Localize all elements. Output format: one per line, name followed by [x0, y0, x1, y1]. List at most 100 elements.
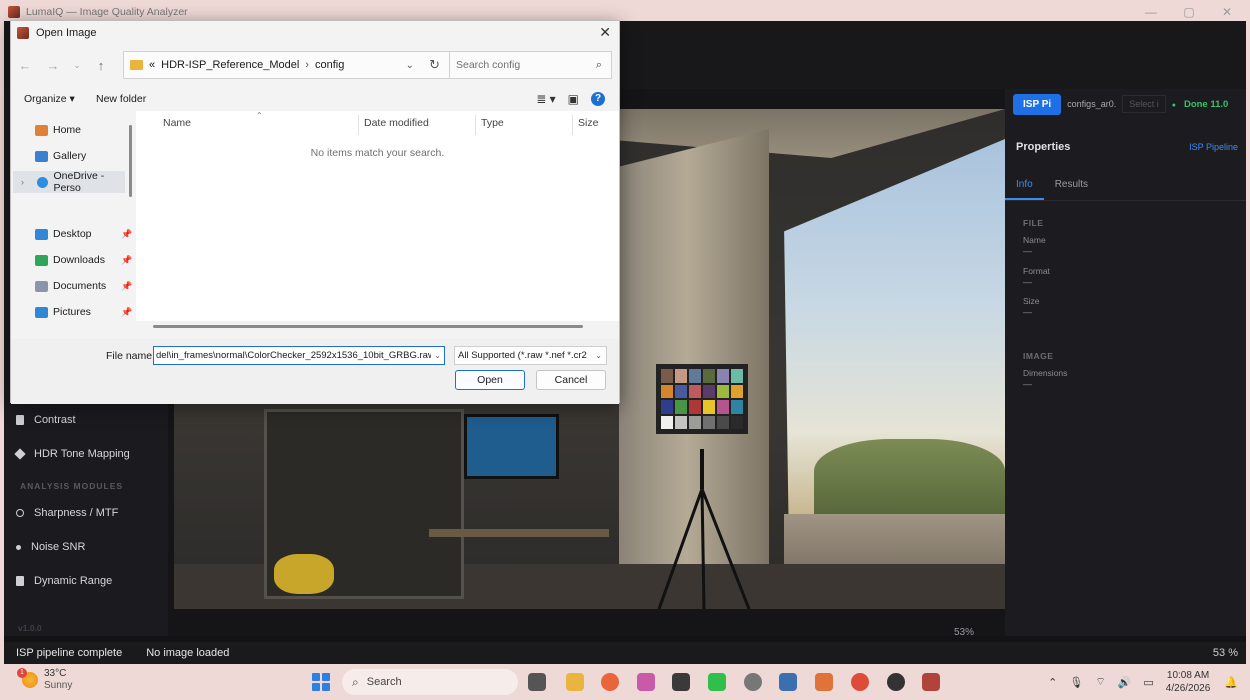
file-explorer-icon[interactable]: [566, 673, 584, 691]
back-icon[interactable]: ←: [11, 58, 39, 73]
dialog-titlebar: Open Image: [11, 21, 619, 45]
column-size[interactable]: Size: [578, 117, 598, 129]
image-status-text: No image loaded: [146, 647, 230, 659]
forward-icon[interactable]: →: [39, 58, 67, 73]
config-select[interactable]: Select i: [1122, 95, 1166, 113]
status-bar: ISP pipeline complete No image loaded 53…: [4, 642, 1246, 664]
analysis-section-title: ANALYSIS MODULES: [20, 481, 124, 491]
panel-title: Properties: [1016, 141, 1071, 153]
nav-item-label: OneDrive - Perso: [53, 170, 105, 194]
notification-bell-icon[interactable]: 🔔: [1224, 676, 1238, 689]
nav-item-label: Desktop: [53, 228, 92, 240]
open-button[interactable]: Open: [455, 370, 525, 390]
start-icon[interactable]: [312, 673, 330, 691]
nav-item-home[interactable]: Home: [35, 119, 81, 141]
clock-date: 4/26/2026: [1165, 683, 1211, 694]
microphone-icon[interactable]: 🎙: [1069, 676, 1083, 689]
wifi-icon[interactable]: ⌔: [1095, 675, 1105, 689]
maximize-button[interactable]: ▢: [1170, 5, 1208, 19]
clock-app-icon[interactable]: [744, 673, 762, 691]
preview-pane-icon[interactable]: ▣: [568, 92, 579, 106]
bar-icon: [16, 576, 24, 586]
module-label: Sharpness / MTF: [34, 507, 119, 519]
clock[interactable]: 10:08 AM 4/26/2026: [1166, 669, 1211, 695]
file-type-filter[interactable]: All Supported (*.raw *.nef *.cr2 ⌄: [454, 346, 607, 365]
notes-icon[interactable]: [672, 673, 690, 691]
module-dynamic-range[interactable]: Dynamic Range: [16, 575, 112, 587]
breadcrumb-current[interactable]: config: [315, 59, 344, 71]
minimize-button[interactable]: —: [1132, 5, 1170, 19]
file-list[interactable]: Name ⌃ Date modified Type Size No items …: [136, 111, 619, 321]
calculator-icon[interactable]: [779, 673, 797, 691]
taskbar-search[interactable]: ⌕ Search: [342, 669, 518, 695]
nav-item-downloads[interactable]: Downloads 📌: [35, 249, 132, 271]
close-button[interactable]: ✕: [1208, 5, 1246, 19]
file-name-input[interactable]: del\in_frames\normal\ColorChecker_2592x1…: [153, 346, 445, 365]
firefox-icon[interactable]: [601, 673, 619, 691]
lumaiq-app-icon[interactable]: [922, 673, 940, 691]
slack-icon[interactable]: [637, 673, 655, 691]
nav-scrollbar[interactable]: [129, 125, 132, 197]
module-label: Contrast: [34, 414, 76, 426]
battery-icon[interactable]: ▭: [1143, 676, 1153, 689]
new-folder-button[interactable]: New folder: [96, 93, 146, 105]
up-icon[interactable]: ↑: [87, 58, 115, 73]
wechat-icon[interactable]: [708, 673, 726, 691]
breadcrumb-parent[interactable]: HDR-ISP_Reference_Model: [161, 59, 299, 71]
tab-info[interactable]: Info: [1005, 173, 1044, 200]
nav-item-gallery[interactable]: Gallery: [35, 145, 86, 167]
file-section-title: FILE: [1023, 218, 1044, 228]
dialog-title: Open Image: [36, 27, 97, 39]
nav-item-onedrive[interactable]: › OneDrive - Perso: [13, 170, 125, 194]
pin-icon[interactable]: 📌: [121, 255, 132, 266]
app-logo-icon: [17, 27, 29, 39]
isp-pipeline-link[interactable]: ISP Pipeline: [1189, 142, 1238, 152]
nav-item-desktop[interactable]: Desktop 📌: [35, 223, 132, 245]
sort-arrow-icon: ⌃: [256, 111, 263, 120]
task-view-icon[interactable]: [528, 673, 546, 691]
volume-icon[interactable]: 🔊: [1118, 676, 1132, 689]
search-icon: ⌕: [595, 58, 602, 71]
address-bar[interactable]: « HDR-ISP_Reference_Model › config ⌄ ↻: [123, 51, 451, 79]
chevron-down-icon[interactable]: ⌄: [592, 351, 602, 360]
color-checker-chart: [656, 364, 748, 434]
nav-item-label: Documents: [53, 280, 107, 292]
column-date-modified[interactable]: Date modified: [364, 117, 429, 129]
horizontal-scrollbar[interactable]: [153, 325, 583, 328]
nav-item-documents[interactable]: Documents 📌: [35, 275, 132, 297]
column-type[interactable]: Type: [481, 117, 504, 129]
help-icon[interactable]: ?: [591, 92, 605, 106]
nav-item-pictures[interactable]: Pictures 📌: [35, 301, 132, 323]
claude-icon[interactable]: [815, 673, 833, 691]
document-icon: [35, 280, 48, 292]
module-contrast[interactable]: Contrast: [16, 414, 76, 426]
isp-pipeline-button[interactable]: ISP Pi: [1013, 93, 1062, 115]
module-sharpness[interactable]: Sharpness / MTF: [16, 507, 118, 519]
view-options-icon[interactable]: ≣ ▾: [536, 92, 555, 106]
cancel-button[interactable]: Cancel: [536, 370, 606, 390]
search-input[interactable]: Search config ⌕: [449, 51, 612, 79]
obs-icon[interactable]: [887, 673, 905, 691]
folder-icon: [130, 60, 143, 70]
chevron-down-icon[interactable]: ⌄: [406, 60, 414, 71]
organize-menu[interactable]: Organize ▾: [24, 93, 75, 105]
module-hdr-tone-mapping[interactable]: HDR Tone Mapping: [14, 448, 130, 460]
app-logo-icon: [8, 5, 20, 18]
dialog-close-button[interactable]: ✕: [599, 24, 611, 41]
pin-icon[interactable]: 📌: [121, 229, 132, 240]
weather-widget[interactable]: 1 33°C Sunny: [17, 668, 72, 692]
recent-locations-icon[interactable]: ⌄: [67, 60, 87, 71]
module-noise-snr[interactable]: Noise SNR: [16, 541, 85, 553]
expand-chevron-icon[interactable]: ›: [21, 177, 24, 187]
pin-icon[interactable]: 📌: [121, 281, 132, 292]
refresh-icon[interactable]: ↻: [429, 57, 440, 73]
chrome-icon[interactable]: [851, 673, 869, 691]
pin-icon[interactable]: 📌: [121, 307, 132, 318]
breadcrumb-overflow[interactable]: «: [149, 59, 155, 71]
nav-item-label: Gallery: [53, 150, 87, 162]
chevron-down-icon[interactable]: ⌄: [431, 351, 441, 360]
chevron-up-icon[interactable]: ⌃: [1048, 676, 1057, 689]
tab-results[interactable]: Results: [1044, 173, 1099, 200]
search-placeholder: Search config: [456, 59, 521, 71]
column-name[interactable]: Name: [163, 117, 191, 129]
